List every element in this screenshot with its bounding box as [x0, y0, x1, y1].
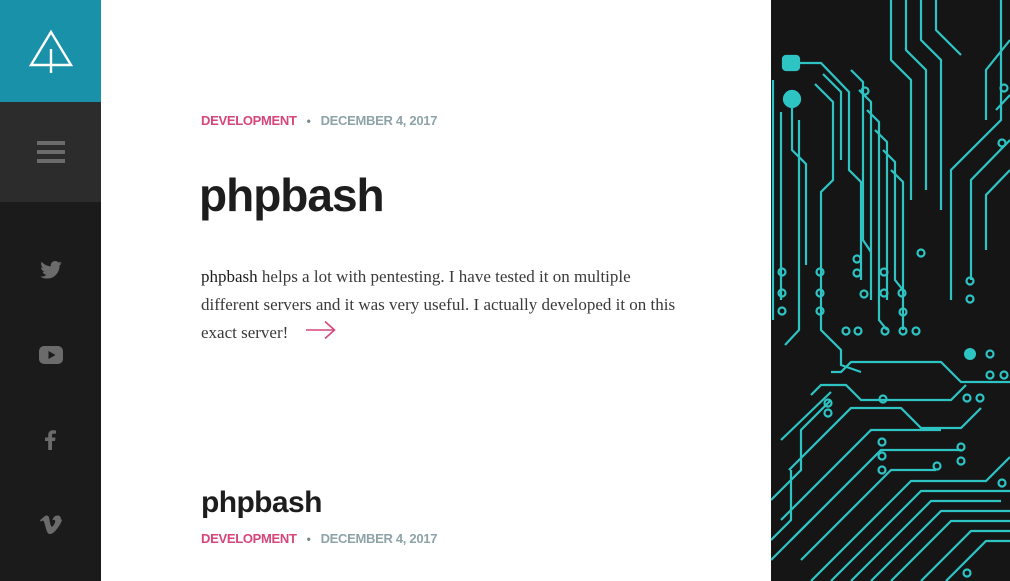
facebook-icon	[45, 430, 56, 450]
youtube-link[interactable]	[0, 325, 101, 385]
main-content: DEVELOPMENT • DECEMBER 4, 2017 phpbash p…	[101, 0, 771, 581]
post-meta: DEVELOPMENT • DECEMBER 4, 2017	[201, 113, 437, 128]
sidebar	[0, 0, 101, 581]
excerpt-text: helps a lot with pentesting. I have test…	[201, 267, 676, 342]
excerpt-highlight: phpbash	[201, 267, 258, 286]
tree-logo-icon	[28, 29, 73, 73]
arrow-right-icon	[305, 320, 336, 339]
facebook-link[interactable]	[0, 410, 101, 470]
post-date: DECEMBER 4, 2017	[320, 113, 438, 128]
post-title[interactable]: phpbash	[201, 485, 322, 521]
post-title[interactable]: phpbash	[199, 168, 385, 223]
hamburger-menu-icon	[36, 141, 65, 163]
category-link[interactable]: DEVELOPMENT	[201, 113, 297, 128]
circuit-board-image	[771, 0, 1010, 581]
site-logo[interactable]	[0, 0, 101, 102]
read-more-link[interactable]	[305, 320, 337, 349]
vimeo-link[interactable]	[0, 494, 101, 554]
twitter-icon	[39, 261, 62, 279]
vimeo-icon	[39, 515, 62, 534]
meta-separator: •	[306, 531, 311, 546]
twitter-link[interactable]	[0, 240, 101, 300]
post-excerpt: phpbash helps a lot with pentesting. I h…	[201, 263, 681, 349]
youtube-icon	[38, 346, 63, 364]
circuit-board-illustration	[771, 0, 1010, 581]
meta-separator: •	[306, 113, 311, 128]
category-link[interactable]: DEVELOPMENT	[201, 531, 297, 546]
menu-toggle-button[interactable]	[0, 102, 101, 202]
post-meta: DEVELOPMENT • DECEMBER 4, 2017	[201, 531, 437, 546]
post-date: DECEMBER 4, 2017	[320, 531, 438, 546]
